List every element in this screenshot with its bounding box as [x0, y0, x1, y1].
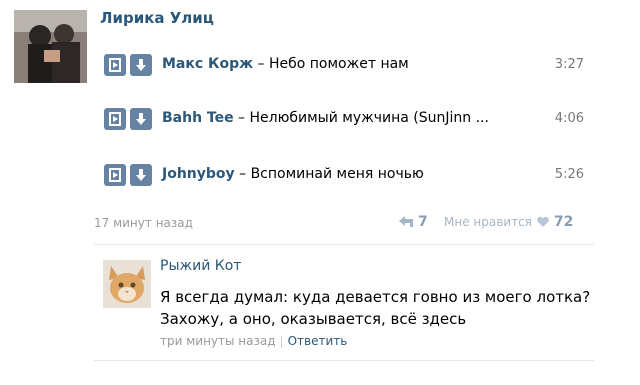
- track-duration: 4:06: [554, 111, 584, 126]
- like-label: Мне нравится: [444, 215, 532, 229]
- comment-time[interactable]: три минуты назад: [160, 334, 276, 348]
- play-icon: [109, 168, 121, 182]
- repost-button[interactable]: 7: [398, 214, 428, 230]
- play-button[interactable]: [104, 54, 126, 76]
- reply-link[interactable]: Ответить: [288, 334, 348, 348]
- track-title[interactable]: Вспоминай меня ночью: [251, 166, 424, 182]
- track-title[interactable]: Небо поможет нам: [269, 56, 409, 72]
- repost-count: 7: [418, 214, 428, 230]
- comment-line: Я всегда думал: куда девается говно из м…: [160, 288, 591, 306]
- track-separator: –: [253, 56, 269, 72]
- download-button[interactable]: [130, 54, 152, 76]
- download-button[interactable]: [130, 108, 152, 130]
- comment-avatar[interactable]: [103, 260, 151, 308]
- comment-line: Захожу, а оно, оказывается, всё здесь: [160, 310, 467, 328]
- track-separator: –: [234, 166, 251, 182]
- audio-track: Макс Корж – Небо поможет нам 3:27: [104, 54, 604, 78]
- comment-meta-separator: |: [279, 334, 284, 348]
- divider: [94, 360, 594, 361]
- comment-text: Я всегда думал: куда девается говно из м…: [160, 286, 600, 330]
- track-title[interactable]: Нелюбимый мужчина (SunJinn ...: [250, 110, 489, 126]
- group-avatar[interactable]: [14, 10, 87, 83]
- download-icon: [136, 169, 146, 181]
- play-icon: [109, 58, 121, 72]
- play-button[interactable]: [104, 108, 126, 130]
- track-info: Bahh Tee – Нелюбимый мужчина (SunJinn ..…: [162, 110, 489, 126]
- like-count: 72: [553, 214, 574, 230]
- track-artist[interactable]: Bahh Tee: [162, 110, 234, 126]
- divider: [94, 244, 594, 245]
- heart-icon: [537, 216, 549, 227]
- audio-track: Bahh Tee – Нелюбимый мужчина (SunJinn ..…: [104, 108, 604, 132]
- repost-icon: [399, 216, 413, 227]
- play-button[interactable]: [104, 164, 126, 186]
- track-info: Макс Корж – Небо поможет нам: [162, 56, 409, 72]
- audio-track: Johnyboy – Вспоминай меня ночью 5:26: [104, 164, 604, 188]
- track-artist[interactable]: Макс Корж: [162, 56, 253, 72]
- comment-author[interactable]: Рыжий Кот: [160, 258, 241, 274]
- download-icon: [136, 113, 146, 125]
- comment-meta: три минуты назад | Ответить: [160, 334, 347, 348]
- download-icon: [136, 59, 146, 71]
- track-duration: 3:27: [554, 57, 584, 72]
- like-button[interactable]: Мне нравится 72: [444, 214, 573, 230]
- download-button[interactable]: [130, 164, 152, 186]
- track-duration: 5:26: [554, 167, 584, 182]
- track-separator: –: [233, 110, 250, 126]
- play-icon: [109, 112, 121, 126]
- track-info: Johnyboy – Вспоминай меня ночью: [162, 166, 424, 182]
- group-name[interactable]: Лирика Улиц: [100, 9, 214, 27]
- track-artist[interactable]: Johnyboy: [162, 166, 235, 182]
- post-time[interactable]: 17 минут назад: [94, 216, 193, 230]
